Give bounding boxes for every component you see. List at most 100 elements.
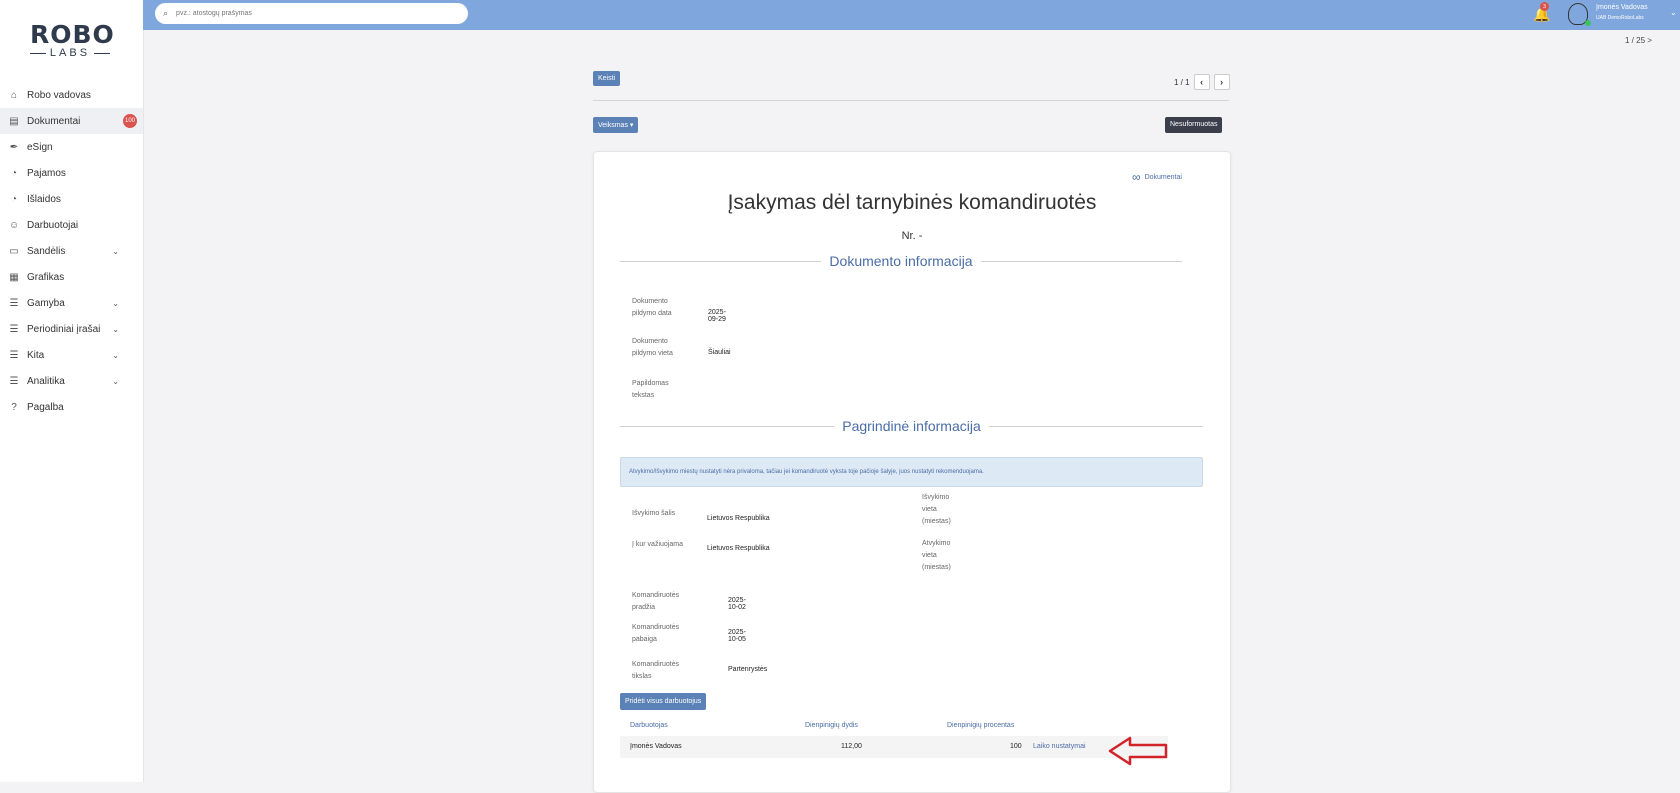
- toolbar-divider: [593, 100, 1229, 101]
- section-title: Dokumento informacija: [829, 253, 973, 269]
- pager-next-chevron-right-icon[interactable]: ›: [1213, 74, 1230, 90]
- field-label: Išvykimo vieta (miestas): [922, 494, 951, 525]
- sidebar-item-robo-vadovas[interactable]: ⌂ Robo vadovas: [0, 82, 143, 108]
- field-value[interactable]: Lietuvos Respublika: [707, 545, 837, 552]
- employee-name: Įmonės Vadovas: [630, 743, 682, 750]
- action-dropdown-button[interactable]: Veiksmas ▾: [593, 117, 639, 133]
- sidebar-item-label: Išlaidos: [27, 193, 61, 205]
- allowance-value: 112,00: [841, 743, 862, 750]
- user-avatar-icon[interactable]: [1568, 3, 1591, 26]
- field-label: Dokumento pildymo vieta: [632, 338, 673, 357]
- section-title: Pagrindinė informacija: [842, 418, 981, 434]
- home-icon: ⌂: [10, 89, 18, 101]
- income-icon: ◔: [10, 167, 18, 179]
- time-settings-link[interactable]: Laiko nustatymai: [1033, 743, 1086, 750]
- pager-prev-chevron-left-icon[interactable]: ‹: [1193, 74, 1210, 90]
- document-card: ∞ Dokumentai Įsakymas dėl tarnybinės kom…: [593, 151, 1231, 793]
- document-number: Nr. -: [901, 230, 923, 242]
- field-value[interactable]: Partenrystės: [728, 666, 767, 673]
- field-value[interactable]: Lietuvos Respublika: [707, 515, 837, 522]
- sidebar-item-islaidos[interactable]: ◔ Išlaidos: [0, 186, 143, 212]
- help-icon: ?: [11, 401, 17, 413]
- documents-link-label: Dokumentai: [1144, 173, 1182, 181]
- field-value[interactable]: 2025-09-29: [708, 309, 726, 323]
- field-label: Komandiruotės pabaiga: [632, 624, 680, 643]
- list-icon: ☰: [9, 297, 19, 309]
- sidebar-item-label: eSign: [27, 141, 53, 153]
- chevron-down-icon: ⌄: [112, 298, 119, 308]
- field-label: Į kur važiuojama: [632, 541, 683, 548]
- field-label: Išvykimo šalis: [632, 510, 676, 517]
- page-counter-text: 1 / 25: [1625, 36, 1646, 45]
- user-name[interactable]: Įmonės Vadovas: [1596, 4, 1648, 11]
- warehouse-icon: ▭: [9, 245, 19, 257]
- info-alert: Atvykimo/Išvykimo miestų nustatyti nėra …: [620, 457, 1203, 487]
- sidebar-item-label: Kita: [27, 349, 45, 361]
- add-all-employees-button[interactable]: Pridėti visus darbuotojus: [620, 693, 707, 710]
- sidebar-item-periodiniai-irasai[interactable]: ☰ Periodiniai įrašai ⌄: [0, 316, 143, 342]
- expense-icon: ◔: [10, 193, 18, 205]
- search-input[interactable]: [174, 9, 459, 18]
- field-value[interactable]: 2025-10-02: [728, 597, 746, 611]
- field-label: Komandiruotės tikslas: [632, 661, 680, 680]
- sidebar-item-pajamos[interactable]: ◔ Pajamos: [0, 160, 143, 186]
- notifications-bell-icon[interactable]: 🔔 3: [1533, 2, 1550, 23]
- sidebar-item-label: Sandėlis: [27, 245, 66, 257]
- sidebar-item-darbuotojai[interactable]: ☺ Darbuotojai: [0, 212, 143, 238]
- logo-bar-left: [30, 52, 46, 54]
- heading-line: [988, 425, 1203, 427]
- document-icon: ▤: [9, 115, 19, 127]
- document-pager: 1 / 1 ‹ ›: [1174, 74, 1230, 90]
- logo-bottom-text: LABS: [49, 47, 91, 59]
- sidebar-item-dokumentai[interactable]: ▤ Dokumentai 100: [0, 108, 143, 134]
- logo-bar-right: [94, 52, 110, 54]
- documents-link[interactable]: ∞ Dokumentai: [1132, 170, 1182, 184]
- sidebar-item-label: Darbuotojai: [27, 219, 79, 231]
- sidebar-item-gamyba[interactable]: ☰ Gamyba ⌄: [0, 290, 143, 316]
- sidebar-item-kita[interactable]: ☰ Kita ⌄: [0, 342, 143, 368]
- percent-value: 100: [1010, 743, 1022, 750]
- logo-top-text: ROBO: [30, 20, 115, 49]
- annotation-arrow-icon: [1108, 736, 1168, 766]
- table-row: Įmonės Vadovas 112,00 100 Laiko nustatym…: [620, 736, 1168, 758]
- field-label: Komandiruotės pradžia: [632, 592, 680, 611]
- heading-line: [980, 260, 1183, 262]
- section-heading-main-info: Pagrindinė informacija: [620, 418, 1203, 434]
- page-counter[interactable]: 1 / 25 >: [1625, 36, 1652, 45]
- list-icon: ☰: [9, 323, 19, 335]
- notification-count-badge: 3: [1540, 2, 1549, 11]
- list-icon: ☰: [9, 375, 19, 387]
- chevron-down-icon: ⌄: [112, 324, 119, 334]
- top-bar: ⌕ 🔔 3 Įmonės Vadovas UAB DemoRoboLabs ⌄: [143, 0, 1680, 30]
- user-menu-chevron-down-icon[interactable]: ⌄: [1670, 8, 1677, 17]
- column-header-employee: Darbuotojas: [630, 722, 668, 729]
- sidebar-item-sandelis[interactable]: ▭ Sandėlis ⌄: [0, 238, 143, 264]
- sidebar-item-esign[interactable]: ✒ eSign: [0, 134, 143, 160]
- sidebar-item-label: Pajamos: [27, 167, 66, 179]
- chevron-down-icon: ⌄: [112, 246, 119, 256]
- edit-button[interactable]: Keisti: [593, 71, 621, 86]
- online-status-dot: [1585, 20, 1591, 26]
- document-status-badge: Nesuformuotas: [1165, 117, 1223, 133]
- users-icon: ☺: [8, 219, 20, 231]
- sidebar-item-label: Grafikas: [27, 271, 65, 283]
- document-title: Įsakymas dėl tarnybinės komandiruotės: [727, 191, 1097, 214]
- robo-labs-logo[interactable]: ROBO LABS: [30, 20, 115, 59]
- field-value[interactable]: Šiauliai: [708, 349, 731, 356]
- field-value[interactable]: 2025-10-05: [728, 629, 746, 643]
- sidebar-item-pagalba[interactable]: ? Pagalba: [0, 394, 143, 420]
- field-label: Dokumento pildymo data: [632, 298, 672, 317]
- sidebar-item-analitika[interactable]: ☰ Analitika ⌄: [0, 368, 143, 394]
- search-icon: ⌕: [163, 8, 169, 18]
- chevron-down-icon: ⌄: [112, 376, 119, 386]
- column-header-percent: Dienpinigių procentas: [947, 722, 1015, 729]
- search-box[interactable]: ⌕: [155, 3, 468, 24]
- chevron-down-icon: ⌄: [112, 350, 119, 360]
- sidebar-item-label: Periodiniai įrašai: [27, 323, 101, 335]
- sidebar-item-grafikas[interactable]: ▦ Grafikas: [0, 264, 143, 290]
- documents-count-badge: 100: [123, 114, 137, 128]
- section-heading-document-info: Dokumento informacija: [620, 253, 1183, 269]
- link-icon: ∞: [1132, 170, 1141, 184]
- pen-icon: ✒: [9, 141, 19, 153]
- field-label: Atvykimo vieta (miestas): [922, 540, 951, 571]
